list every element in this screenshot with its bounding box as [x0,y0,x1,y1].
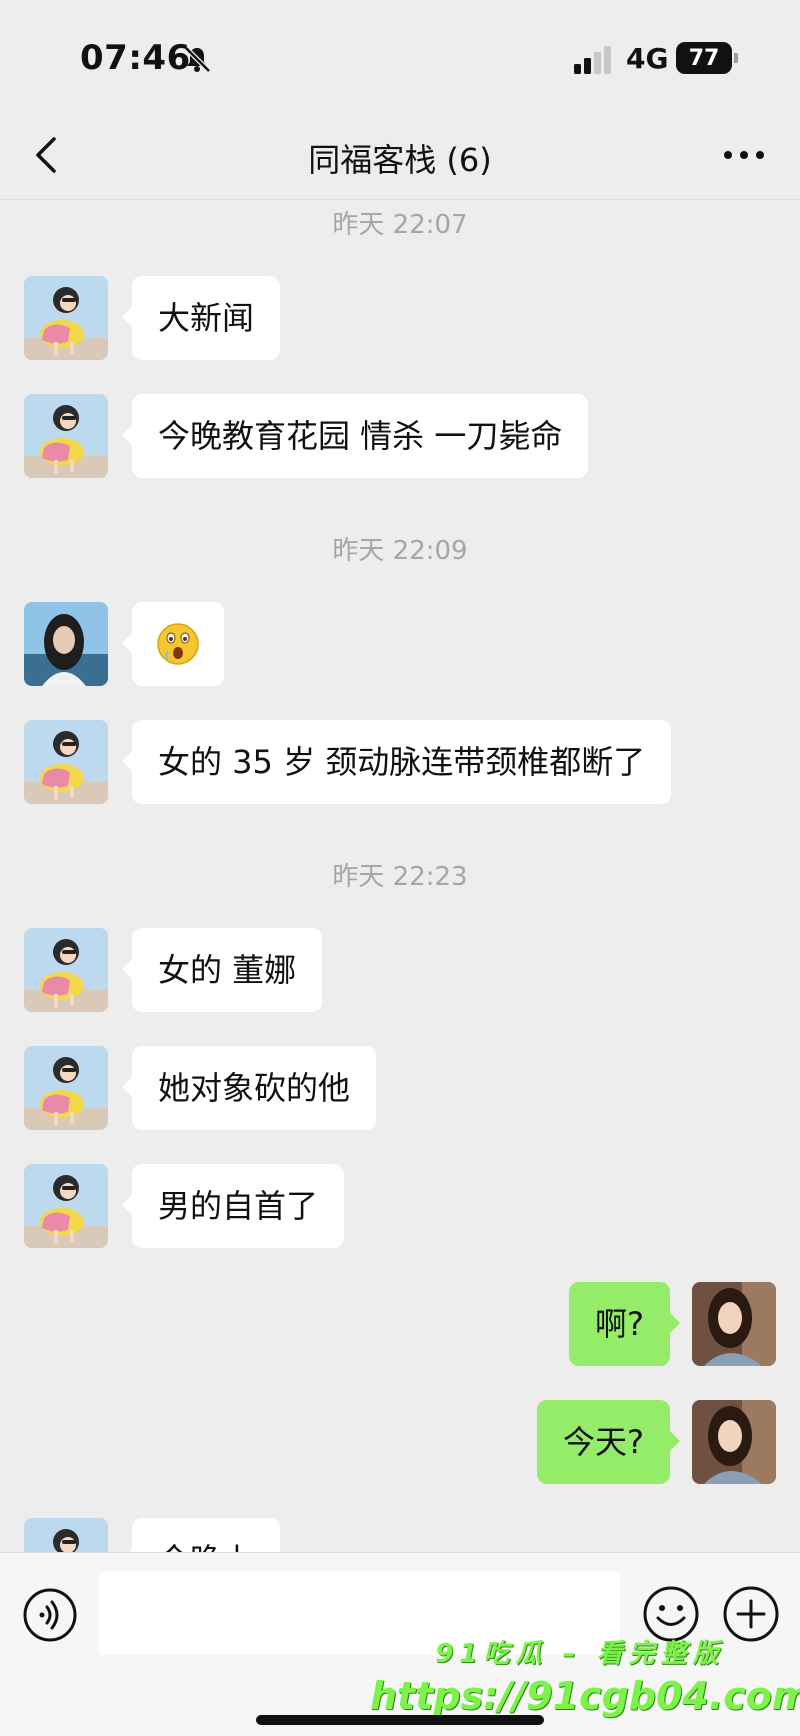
message-bubble[interactable]: 男的自首了 [121,1164,345,1248]
voice-input-icon[interactable] [22,1587,78,1643]
avatar[interactable] [24,1164,108,1248]
chat-title: 同福客栈 (6) [308,141,492,179]
message-bubble[interactable]: 女的 35 岁 颈动脉连带颈椎都断了 [121,720,672,804]
message-bubble[interactable]: 大新闻 [121,276,281,360]
status-bar: 07:46 4G 77 [0,0,800,115]
message-bubble[interactable]: 今晚上 [121,1518,281,1552]
chat-header: 同福客栈 (6) [0,115,800,200]
more-options-icon[interactable] [722,145,766,165]
cellular-signal-icon [574,46,611,74]
battery-indicator: 77 [676,42,738,74]
avatar-self[interactable] [692,1400,776,1484]
timestamp: 昨天 22:23 [332,862,468,892]
message-bubble[interactable]: 今晚教育花园 情杀 一刀毙命 [121,394,589,478]
message-bubble-outgoing[interactable]: 啊? [569,1282,680,1366]
message-bubble-outgoing[interactable]: 今天? [537,1400,680,1484]
network-type: 4G [626,42,669,75]
avatar[interactable] [24,1046,108,1130]
home-indicator[interactable] [256,1715,544,1725]
message-bubble[interactable]: 她对象砍的他 [121,1046,377,1130]
avatar[interactable] [24,720,108,804]
avatar[interactable] [24,1518,108,1552]
avatar[interactable] [24,394,108,478]
avatar[interactable] [24,602,108,686]
chat-messages[interactable]: 昨天 22:07 大新闻 今晚教育花园 情杀 一刀毙命 昨天 22:09 女的 … [0,200,800,1552]
surprised-face-emoji-icon [157,623,199,665]
input-bar: 91吃瓜 – 看完整版 https://91cgb04.com [0,1552,800,1736]
avatar-self[interactable] [692,1282,776,1366]
status-time: 07:46 [80,38,191,78]
message-bubble[interactable]: 女的 董娜 [121,928,323,1012]
watermark-url: https://91cgb04.com [370,1674,800,1718]
timestamp: 昨天 22:09 [332,536,468,566]
watermark-line1: 91吃瓜 – 看完整版 [435,1639,725,1669]
watermark: 91吃瓜 – 看完整版 https://91cgb04.com [370,1633,800,1718]
avatar[interactable] [24,928,108,1012]
avatar[interactable] [24,276,108,360]
timestamp: 昨天 22:07 [332,210,468,240]
bell-muted-icon [184,46,211,73]
message-bubble[interactable] [122,602,224,686]
